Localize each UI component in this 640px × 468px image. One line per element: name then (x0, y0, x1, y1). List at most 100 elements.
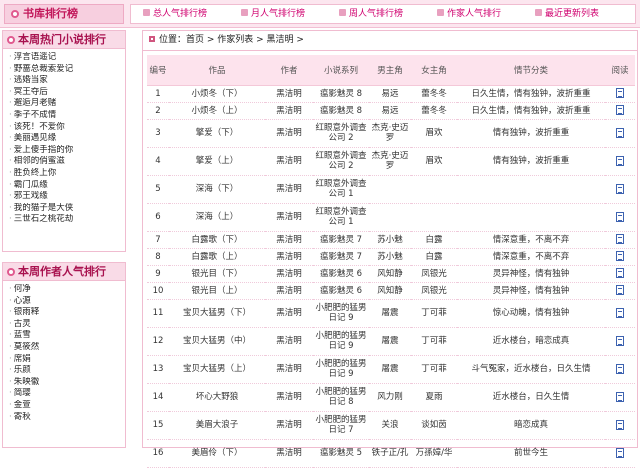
cell-read[interactable] (605, 299, 635, 328)
author-rank-item[interactable]: 蓝雪 (9, 330, 125, 342)
nav-recent-updates[interactable]: 最近更新列表 (535, 5, 599, 23)
cell-read[interactable] (605, 265, 635, 283)
cell-title[interactable]: 坏心大野狼 (169, 383, 265, 412)
cell-read[interactable] (605, 119, 635, 148)
author-rank-item[interactable]: 简璎 (9, 388, 125, 400)
cell-read[interactable] (605, 175, 635, 204)
cell-author[interactable]: 黑洁明 (265, 299, 313, 328)
cell-author[interactable]: 黑洁明 (265, 102, 313, 120)
cell-title[interactable]: 深海（上） (169, 203, 265, 232)
table-row: 5 深海（下） 黑洁明 红眼意外调查公司 1 (147, 175, 635, 204)
author-rank-item[interactable]: 乐颜 (9, 365, 125, 377)
cell-title[interactable]: 小烦冬（下） (169, 85, 265, 103)
cell-author[interactable]: 黑洁明 (265, 282, 313, 300)
read-document-icon[interactable] (616, 391, 624, 402)
cell-title[interactable]: 银光目（下） (169, 265, 265, 283)
cell-read[interactable] (605, 411, 635, 440)
cell-title[interactable]: 美眉大浪子 (169, 411, 265, 440)
table-row: 15 美眉大浪子 黑洁明 小肥肥的猛男日记 7 关浪 谈如茵 暗恋成真 (147, 411, 635, 440)
novel-rank-item[interactable]: 邂逅月老赌 (9, 98, 125, 110)
read-document-icon[interactable] (616, 211, 624, 222)
nav-monthly-ranking[interactable]: 月人气排行榜 (241, 5, 305, 23)
cell-read[interactable] (605, 282, 635, 300)
cell-author[interactable]: 黑洁明 (265, 248, 313, 266)
cell-title[interactable]: 宝贝大猛男（中） (169, 327, 265, 356)
novel-rank-item[interactable]: 浮言语遥记 (9, 52, 125, 64)
author-rank-item[interactable]: 心源 (9, 296, 125, 308)
read-document-icon[interactable] (616, 183, 624, 194)
author-rank-item[interactable]: 古灵 (9, 319, 125, 331)
cell-read[interactable] (605, 439, 635, 468)
cell-title[interactable]: 宝贝大猛男（上） (169, 355, 265, 384)
read-document-icon[interactable] (616, 419, 624, 430)
author-rank-item[interactable]: 银雨释 (9, 307, 125, 319)
read-document-icon[interactable] (616, 127, 624, 138)
cell-author[interactable]: 黑洁明 (265, 355, 313, 384)
author-rank-item[interactable]: 何净 (9, 284, 125, 296)
read-document-icon[interactable] (616, 447, 624, 458)
cell-author[interactable]: 黑洁明 (265, 383, 313, 412)
novel-rank-item[interactable]: 爱上傻手指的你 (9, 145, 125, 157)
cell-author[interactable]: 黑洁明 (265, 439, 313, 468)
novel-rank-item[interactable]: 该死！不爱你 (9, 122, 125, 134)
cell-read[interactable] (605, 85, 635, 103)
nav-author-ranking[interactable]: 作家人气排行 (437, 5, 501, 23)
cell-title[interactable]: 擎爱（上） (169, 147, 265, 176)
author-rank-item[interactable]: 朱映徽 (9, 377, 125, 389)
cell-author[interactable]: 黑洁明 (265, 265, 313, 283)
cell-read[interactable] (605, 203, 635, 232)
cell-read[interactable] (605, 102, 635, 120)
read-document-icon[interactable] (616, 105, 624, 116)
read-document-icon[interactable] (616, 335, 624, 346)
cell-title[interactable]: 深海（下） (169, 175, 265, 204)
cell-author[interactable]: 黑洁明 (265, 231, 313, 249)
novel-rank-item[interactable]: 胜负终上你 (9, 168, 125, 180)
cell-title[interactable]: 美眉伶（下） (169, 439, 265, 468)
cell-title[interactable]: 擎爱（下） (169, 119, 265, 148)
cell-title[interactable]: 白露歌（下） (169, 231, 265, 249)
read-document-icon[interactable] (616, 155, 624, 166)
read-document-icon[interactable] (616, 285, 624, 296)
author-rank-item[interactable]: 寄秋 (9, 412, 125, 424)
cell-author[interactable]: 黑洁明 (265, 119, 313, 148)
novel-rank-item[interactable]: 邪王戏缘 (9, 191, 125, 203)
cell-author[interactable]: 黑洁明 (265, 411, 313, 440)
author-rank-item[interactable]: 金萱 (9, 400, 125, 412)
cell-title[interactable]: 宝贝大猛男（下） (169, 299, 265, 328)
novel-rank-item[interactable]: 季子不成情 (9, 110, 125, 122)
cell-read[interactable] (605, 248, 635, 266)
cell-read[interactable] (605, 327, 635, 356)
cell-author[interactable]: 黑洁明 (265, 327, 313, 356)
cell-title[interactable]: 小烦冬（上） (169, 102, 265, 120)
read-document-icon[interactable] (616, 251, 624, 262)
nav-weekly-ranking[interactable]: 周人气排行榜 (339, 5, 403, 23)
novel-rank-item[interactable]: 霸门瓜缘 (9, 180, 125, 192)
author-rank-item[interactable]: 莫筱然 (9, 342, 125, 354)
read-document-icon[interactable] (616, 234, 624, 245)
cell-author[interactable]: 黑洁明 (265, 85, 313, 103)
table-row: 2 小烦冬（上） 黑洁明 瘟影魅灵 8 易远 蕾冬冬 日久生情，情有独钟，波折重重 (147, 102, 635, 120)
cell-title[interactable]: 银光目（上） (169, 282, 265, 300)
novel-rank-item[interactable]: 逃婚当家 (9, 75, 125, 87)
cell-read[interactable] (605, 355, 635, 384)
site-logo[interactable]: 书库排行榜 (4, 4, 124, 24)
read-document-icon[interactable] (616, 307, 624, 318)
cell-read[interactable] (605, 231, 635, 249)
novel-rank-item[interactable]: 野蔷总裁索爱记 (9, 64, 125, 76)
author-rank-item[interactable]: 席娟 (9, 354, 125, 366)
read-document-icon[interactable] (616, 268, 624, 279)
cell-title[interactable]: 白露歌（上） (169, 248, 265, 266)
novel-rank-item[interactable]: 美丽遇见缘 (9, 133, 125, 145)
nav-total-ranking[interactable]: 总人气排行榜 (143, 5, 207, 23)
novel-rank-item[interactable]: 冥王夺后 (9, 87, 125, 99)
novel-rank-item[interactable]: 三世石之桃花劫 (9, 214, 125, 226)
read-document-icon[interactable] (616, 88, 624, 99)
read-document-icon[interactable] (616, 363, 624, 374)
cell-author[interactable]: 黑洁明 (265, 147, 313, 176)
cell-read[interactable] (605, 383, 635, 412)
cell-read[interactable] (605, 147, 635, 176)
novel-rank-item[interactable]: 相邻的俏蜜滋 (9, 156, 125, 168)
novel-rank-item[interactable]: 我的猫子是大侠 (9, 203, 125, 215)
cell-author[interactable]: 黑洁明 (265, 203, 313, 232)
cell-author[interactable]: 黑洁明 (265, 175, 313, 204)
